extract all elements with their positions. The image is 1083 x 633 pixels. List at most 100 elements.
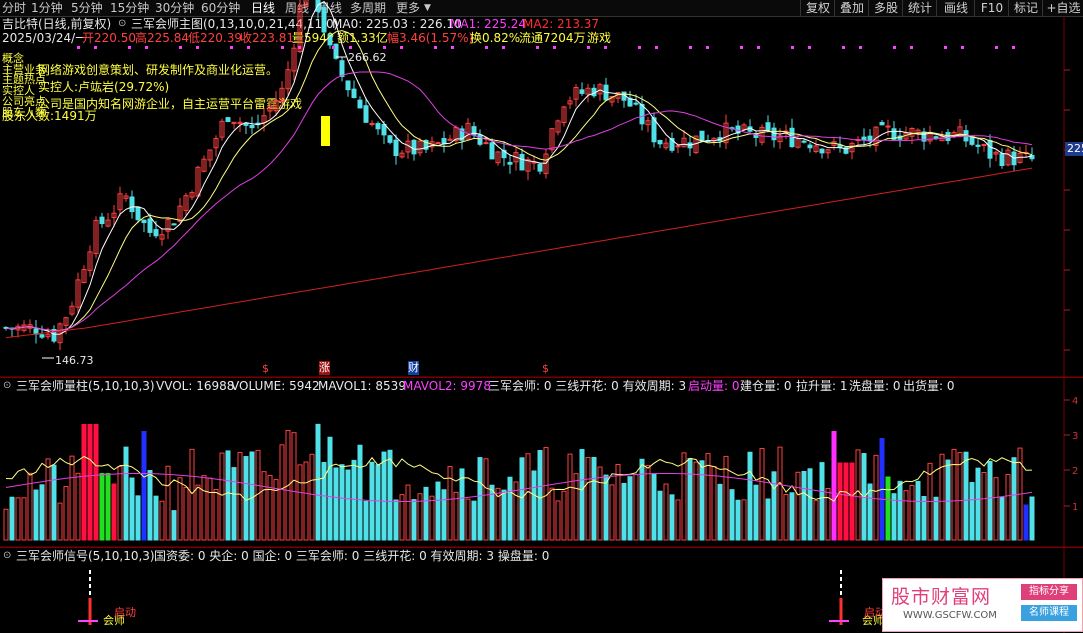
volume-bar <box>393 499 399 541</box>
signal-dot <box>961 46 964 49</box>
volume-bar <box>957 452 963 541</box>
kline-chart-canvas[interactable] <box>0 0 1083 633</box>
candle-body <box>339 60 345 77</box>
volume-bar <box>123 446 129 541</box>
volume-bar <box>1029 496 1035 541</box>
volume-bar <box>405 484 411 541</box>
logo-tag-share: 指标分享 <box>1021 584 1077 600</box>
volume-bar <box>135 495 141 541</box>
volume-bar <box>147 470 153 541</box>
signal-label-qidong-1: 启动 <box>114 606 136 619</box>
candle-body <box>357 99 363 109</box>
volume-bar <box>645 465 651 541</box>
candle-body <box>249 124 255 129</box>
event-tag-finance[interactable]: 财 <box>408 361 419 375</box>
volume-settings-icon[interactable]: ⊙ <box>3 379 11 393</box>
volume-bar <box>189 448 195 541</box>
volume-bar <box>885 476 891 541</box>
volume-bar <box>1011 457 1017 541</box>
volume-bar <box>201 475 207 541</box>
candle-body <box>153 229 159 237</box>
signal-dot <box>94 46 97 49</box>
signal-dot <box>587 46 590 49</box>
volume-bar <box>717 483 723 541</box>
out-volume: 出货量: 0 <box>903 379 955 393</box>
candle-body <box>819 148 825 154</box>
volume-bar <box>753 484 759 541</box>
volume-bar <box>783 493 789 541</box>
volume-bar <box>1005 474 1011 541</box>
signal-dot <box>451 46 454 49</box>
candle-body <box>489 142 495 160</box>
volume-value: VOLUME: 5942 <box>231 379 320 393</box>
volume-bar <box>267 474 273 541</box>
volume-bar <box>93 424 99 541</box>
volume-bar <box>21 497 27 541</box>
candle-body <box>387 135 393 143</box>
volume-bar <box>9 496 15 541</box>
ma-magenta-line <box>5 71 1033 332</box>
signal-settings-icon[interactable]: ⊙ <box>3 549 11 563</box>
volume-bar <box>261 471 267 541</box>
volume-bar <box>771 471 777 541</box>
candle-body <box>633 102 639 105</box>
volume-bar <box>423 486 429 541</box>
volume-bar <box>657 490 663 541</box>
candle-body <box>141 219 147 224</box>
volume-bar <box>981 471 987 541</box>
volume-bar <box>345 469 351 541</box>
candle-body <box>393 139 399 157</box>
volume-indicator-title[interactable]: 三军会师量柱(5,10,10,3) <box>16 379 155 393</box>
signal-dot <box>638 46 641 49</box>
signal-dot <box>247 46 250 49</box>
volume-bar <box>621 482 627 541</box>
event-tag-limit-up[interactable]: 涨 <box>319 361 330 375</box>
signal-dot <box>655 46 658 49</box>
volume-y-tick-2: 2 <box>1072 466 1079 477</box>
volume-bar <box>51 464 57 541</box>
candle-body <box>879 122 885 126</box>
candle-body <box>483 142 489 145</box>
volume-bar <box>831 431 837 541</box>
volume-bar <box>549 487 555 541</box>
candle-body <box>171 223 177 226</box>
logo-main-text: 股市财富网 <box>891 586 992 608</box>
volume-bar <box>171 510 177 541</box>
volume-bar <box>555 500 561 541</box>
candle-body <box>999 153 1005 167</box>
volume-bar <box>69 455 75 541</box>
volume-bar <box>987 460 993 541</box>
volume-bar <box>933 496 939 541</box>
volume-bar <box>909 484 915 541</box>
event-tag-dollar-2[interactable]: $ <box>542 362 549 376</box>
volume-bar <box>681 452 687 541</box>
signal-indicator-title[interactable]: 三军会师信号(5,10,10,3) <box>16 549 155 563</box>
volume-bar <box>855 449 861 541</box>
volume-bar <box>801 470 807 541</box>
candle-body <box>225 117 231 123</box>
volume-bar <box>735 499 741 541</box>
signal-dot <box>944 46 947 49</box>
mavol2-value: MAVOL2: 9978 <box>403 379 491 393</box>
volume-bar <box>759 448 765 541</box>
volume-bar <box>825 487 831 541</box>
volume-bar <box>639 458 645 541</box>
candle-body <box>369 123 375 126</box>
volume-bar <box>795 471 801 541</box>
volume-bar <box>387 449 393 541</box>
volume-bar <box>969 482 975 541</box>
volume-bar <box>945 459 951 541</box>
candle-body <box>699 130 705 142</box>
volume-bar <box>483 458 489 541</box>
candle-body <box>861 136 867 141</box>
candle-body <box>639 103 645 125</box>
volume-bar <box>81 424 87 541</box>
volume-bar <box>3 508 9 541</box>
volume-bar <box>687 458 693 541</box>
ma-yellow-line <box>5 30 1033 332</box>
candle-body <box>675 145 681 148</box>
signal-dot <box>791 46 794 49</box>
signal-dot <box>349 46 352 49</box>
vvol-value: VVOL: 16988 <box>156 379 235 393</box>
event-tag-dollar-1[interactable]: $ <box>262 362 269 376</box>
